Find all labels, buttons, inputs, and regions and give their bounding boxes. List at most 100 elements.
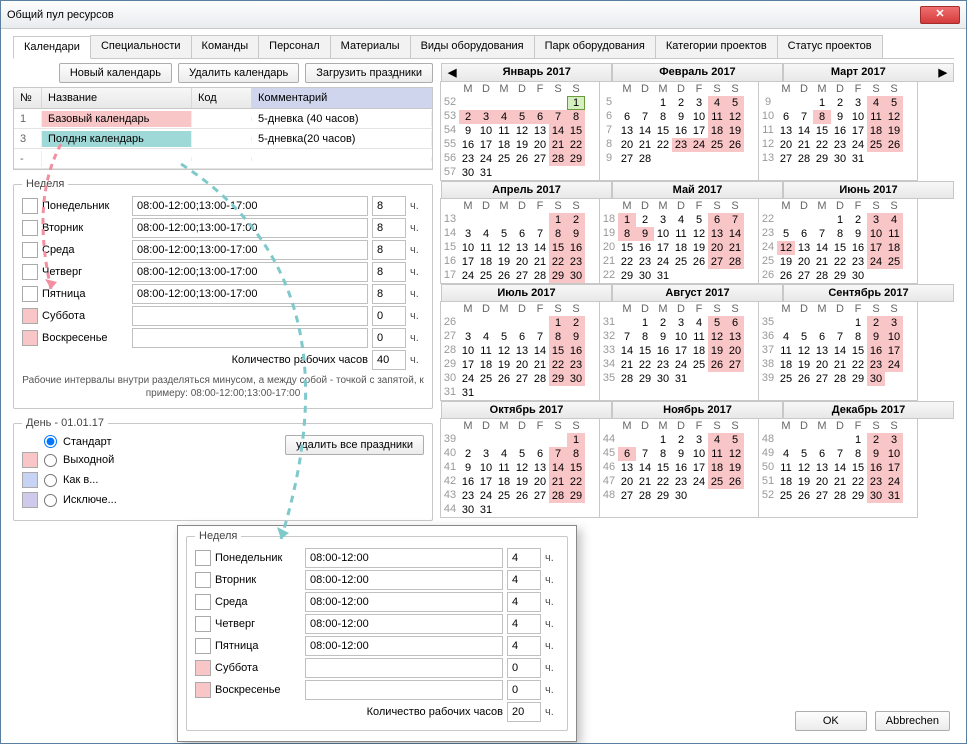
- calendar-day[interactable]: 23: [459, 152, 477, 166]
- calendar-day[interactable]: 16: [636, 241, 654, 255]
- calendar-day[interactable]: 7: [531, 227, 549, 241]
- calendar-day[interactable]: 15: [831, 241, 849, 255]
- hours-input[interactable]: [507, 592, 541, 612]
- calendar-day[interactable]: 24: [690, 138, 708, 152]
- calendar-day[interactable]: 12: [795, 461, 813, 475]
- calendar-day[interactable]: 19: [795, 475, 813, 489]
- calendar-day[interactable]: 16: [849, 241, 867, 255]
- calendar-day[interactable]: 12: [495, 344, 513, 358]
- calendar-day[interactable]: 18: [690, 344, 708, 358]
- calendar-day[interactable]: 9: [459, 124, 477, 138]
- calendar-day[interactable]: 1: [549, 213, 567, 227]
- calendar-day[interactable]: 30: [654, 372, 672, 386]
- calendar-day[interactable]: 27: [813, 489, 831, 503]
- calendar-day[interactable]: 22: [618, 255, 636, 269]
- calendar-day[interactable]: 5: [513, 447, 531, 461]
- calendar-day[interactable]: 18: [777, 475, 795, 489]
- calendar-day[interactable]: 27: [618, 152, 636, 166]
- calendar-day[interactable]: 2: [867, 433, 885, 447]
- calendar-day[interactable]: 31: [477, 503, 495, 517]
- calendar-day[interactable]: 11: [477, 241, 495, 255]
- calendar-day[interactable]: 17: [885, 344, 903, 358]
- calendar-day[interactable]: 7: [531, 330, 549, 344]
- calendar-day[interactable]: 1: [567, 433, 585, 447]
- hours-input[interactable]: [372, 284, 406, 304]
- calendar-day[interactable]: 12: [885, 110, 903, 124]
- calendar-day[interactable]: 6: [795, 227, 813, 241]
- calendar-day[interactable]: 21: [531, 358, 549, 372]
- calendar-day[interactable]: 9: [636, 227, 654, 241]
- calendar-day[interactable]: 1: [849, 433, 867, 447]
- calendar-day[interactable]: 7: [618, 330, 636, 344]
- hours-input[interactable]: [372, 240, 406, 260]
- calendar-day[interactable]: 18: [672, 241, 690, 255]
- calendar-day[interactable]: 10: [477, 124, 495, 138]
- calendar-day[interactable]: 16: [459, 475, 477, 489]
- calendar-day[interactable]: 18: [477, 255, 495, 269]
- calendar-day[interactable]: 18: [708, 461, 726, 475]
- calendar-day[interactable]: 7: [831, 447, 849, 461]
- calendar-day[interactable]: 22: [567, 138, 585, 152]
- calendar-day[interactable]: 20: [813, 358, 831, 372]
- calendar-day[interactable]: 23: [567, 255, 585, 269]
- calendar-day[interactable]: 8: [618, 227, 636, 241]
- calendar-day[interactable]: 16: [867, 461, 885, 475]
- calendar-day[interactable]: 26: [495, 269, 513, 283]
- calendar-day[interactable]: 19: [777, 255, 795, 269]
- calendar-day[interactable]: 23: [672, 138, 690, 152]
- calendar-day[interactable]: 17: [477, 138, 495, 152]
- calendar-day[interactable]: 16: [672, 461, 690, 475]
- calendar-day[interactable]: 27: [531, 489, 549, 503]
- calendar-day[interactable]: 19: [885, 124, 903, 138]
- calendar-day[interactable]: 25: [708, 475, 726, 489]
- ok-button[interactable]: OK: [795, 711, 867, 731]
- month-grid[interactable]: MDMDFSS351233645678910371112131415161738…: [758, 301, 918, 401]
- calendar-day[interactable]: 28: [549, 489, 567, 503]
- calendar-day[interactable]: 4: [885, 213, 903, 227]
- calendar-day[interactable]: 14: [549, 124, 567, 138]
- calendar-day[interactable]: 28: [831, 489, 849, 503]
- calendar-day[interactable]: 17: [459, 358, 477, 372]
- calendar-day[interactable]: 15: [654, 461, 672, 475]
- calendar-day[interactable]: 5: [726, 96, 744, 110]
- calendar-day[interactable]: 10: [672, 330, 690, 344]
- calendar-day[interactable]: 19: [795, 358, 813, 372]
- calendar-day[interactable]: 8: [549, 227, 567, 241]
- calendar-day[interactable]: 4: [708, 96, 726, 110]
- calendar-day[interactable]: 19: [495, 255, 513, 269]
- calendar-day[interactable]: 15: [549, 241, 567, 255]
- calendar-day[interactable]: 6: [813, 447, 831, 461]
- calendar-day[interactable]: 18: [885, 241, 903, 255]
- calendar-day[interactable]: 18: [777, 358, 795, 372]
- calendar-day[interactable]: 4: [495, 110, 513, 124]
- calendar-day[interactable]: 1: [654, 433, 672, 447]
- calendar-day[interactable]: 20: [813, 475, 831, 489]
- calendar-day[interactable]: 20: [513, 358, 531, 372]
- calendar-day[interactable]: 10: [885, 330, 903, 344]
- calendar-day[interactable]: 12: [777, 241, 795, 255]
- hours-input[interactable]: [507, 680, 541, 700]
- calendar-day[interactable]: 7: [726, 213, 744, 227]
- calendar-day[interactable]: 20: [708, 241, 726, 255]
- calendar-day[interactable]: 21: [549, 138, 567, 152]
- calendar-day[interactable]: 7: [636, 447, 654, 461]
- time-input[interactable]: [305, 548, 503, 568]
- calendar-day[interactable]: 14: [726, 227, 744, 241]
- calendar-day[interactable]: 24: [477, 152, 495, 166]
- calendar-day[interactable]: 11: [708, 447, 726, 461]
- calendar-day[interactable]: 15: [618, 241, 636, 255]
- calendar-day[interactable]: 28: [531, 372, 549, 386]
- radio-standard[interactable]: [44, 435, 57, 448]
- calendar-day[interactable]: 13: [795, 241, 813, 255]
- calendar-day[interactable]: 8: [654, 447, 672, 461]
- calendar-day[interactable]: 5: [708, 316, 726, 330]
- calendar-day[interactable]: 31: [477, 166, 495, 180]
- calendar-day[interactable]: 2: [567, 316, 585, 330]
- calendar-day[interactable]: 3: [477, 110, 495, 124]
- calendar-day[interactable]: 17: [672, 344, 690, 358]
- month-grid[interactable]: MDMDFSS131214345678915101112131415161617…: [440, 198, 600, 284]
- calendar-day[interactable]: 31: [459, 386, 477, 400]
- time-input[interactable]: [305, 636, 503, 656]
- calendar-day[interactable]: 3: [849, 96, 867, 110]
- calendar-day[interactable]: 22: [654, 138, 672, 152]
